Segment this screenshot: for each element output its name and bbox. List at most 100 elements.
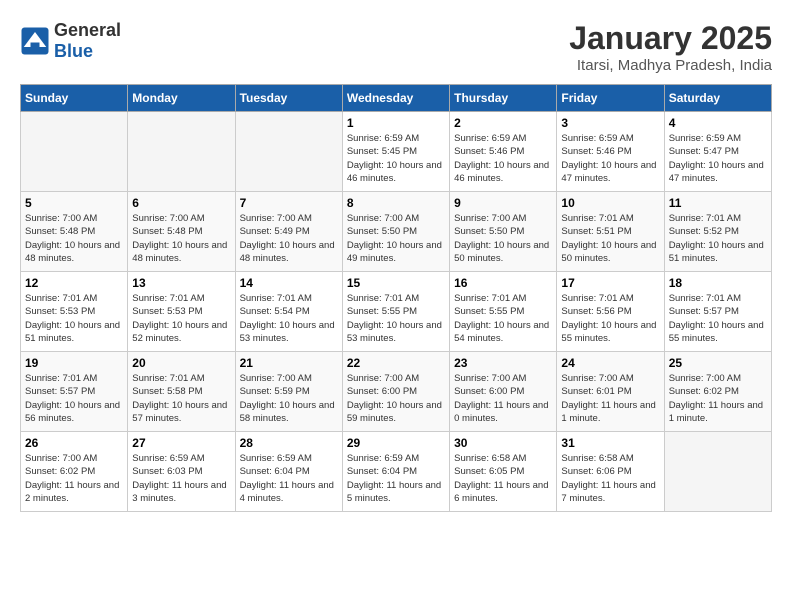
day-number: 9 [454, 196, 552, 210]
calendar-subtitle: Itarsi, Madhya Pradesh, India [569, 57, 772, 74]
day-number: 10 [561, 196, 659, 210]
calendar-week-3: 12 Sunrise: 7:01 AM Sunset: 5:53 PM Dayli… [21, 272, 772, 352]
day-number: 6 [132, 196, 230, 210]
calendar-header-friday: Friday [557, 85, 664, 112]
day-number: 2 [454, 116, 552, 130]
day-info: Sunrise: 7:00 AM Sunset: 6:00 PM Dayligh… [347, 372, 445, 425]
day-info: Sunrise: 7:00 AM Sunset: 6:02 PM Dayligh… [669, 372, 767, 425]
day-info: Sunrise: 6:59 AM Sunset: 6:03 PM Dayligh… [132, 452, 230, 505]
day-number: 17 [561, 276, 659, 290]
day-info: Sunrise: 7:00 AM Sunset: 6:02 PM Dayligh… [25, 452, 123, 505]
calendar-week-5: 26 Sunrise: 7:00 AM Sunset: 6:02 PM Dayli… [21, 432, 772, 512]
day-number: 20 [132, 356, 230, 370]
day-number: 26 [25, 436, 123, 450]
calendar-header-monday: Monday [128, 85, 235, 112]
calendar-cell: 19 Sunrise: 7:01 AM Sunset: 5:57 PM Dayli… [21, 352, 128, 432]
calendar-cell: 8 Sunrise: 7:00 AM Sunset: 5:50 PM Daylig… [342, 192, 449, 272]
day-info: Sunrise: 7:01 AM Sunset: 5:53 PM Dayligh… [132, 292, 230, 345]
day-number: 29 [347, 436, 445, 450]
calendar-cell: 18 Sunrise: 7:01 AM Sunset: 5:57 PM Dayli… [664, 272, 771, 352]
day-info: Sunrise: 7:01 AM Sunset: 5:58 PM Dayligh… [132, 372, 230, 425]
calendar-title: January 2025 [569, 20, 772, 57]
calendar-cell: 24Sunrise: 7:00 AM Sunset: 6:01 PM Dayli… [557, 352, 664, 432]
calendar-cell: 2 Sunrise: 6:59 AM Sunset: 5:46 PM Daylig… [450, 112, 557, 192]
calendar-cell: 21 Sunrise: 7:00 AM Sunset: 5:59 PM Dayli… [235, 352, 342, 432]
calendar-cell: 26 Sunrise: 7:00 AM Sunset: 6:02 PM Dayli… [21, 432, 128, 512]
logo-text-general: General [54, 20, 121, 40]
calendar-week-2: 5 Sunrise: 7:00 AM Sunset: 5:48 PM Daylig… [21, 192, 772, 272]
calendar-cell: 22Sunrise: 7:00 AM Sunset: 6:00 PM Dayli… [342, 352, 449, 432]
day-number: 24 [561, 356, 659, 370]
day-number: 16 [454, 276, 552, 290]
calendar-cell: 5 Sunrise: 7:00 AM Sunset: 5:48 PM Daylig… [21, 192, 128, 272]
day-number: 12 [25, 276, 123, 290]
day-info: Sunrise: 6:59 AM Sunset: 6:04 PM Dayligh… [347, 452, 445, 505]
day-info: Sunrise: 7:01 AM Sunset: 5:55 PM Dayligh… [454, 292, 552, 345]
calendar-cell [128, 112, 235, 192]
day-number: 1 [347, 116, 445, 130]
day-number: 11 [669, 196, 767, 210]
calendar-cell: 7 Sunrise: 7:00 AM Sunset: 5:49 PM Daylig… [235, 192, 342, 272]
calendar-cell: 1 Sunrise: 6:59 AM Sunset: 5:45 PM Daylig… [342, 112, 449, 192]
calendar-header-row: SundayMondayTuesdayWednesdayThursdayFrid… [21, 85, 772, 112]
day-info: Sunrise: 6:59 AM Sunset: 5:46 PM Dayligh… [561, 132, 659, 185]
day-info: Sunrise: 7:00 AM Sunset: 5:49 PM Dayligh… [240, 212, 338, 265]
calendar-cell: 12 Sunrise: 7:01 AM Sunset: 5:53 PM Dayli… [21, 272, 128, 352]
day-info: Sunrise: 7:00 AM Sunset: 5:50 PM Dayligh… [347, 212, 445, 265]
calendar-cell: 15Sunrise: 7:01 AM Sunset: 5:55 PM Dayli… [342, 272, 449, 352]
calendar-cell: 28Sunrise: 6:59 AM Sunset: 6:04 PM Dayli… [235, 432, 342, 512]
calendar-cell: 23 Sunrise: 7:00 AM Sunset: 6:00 PM Dayli… [450, 352, 557, 432]
day-info: Sunrise: 7:01 AM Sunset: 5:51 PM Dayligh… [561, 212, 659, 265]
day-number: 25 [669, 356, 767, 370]
day-number: 28 [240, 436, 338, 450]
day-number: 27 [132, 436, 230, 450]
calendar-cell: 10 Sunrise: 7:01 AM Sunset: 5:51 PM Dayli… [557, 192, 664, 272]
page-header: General Blue January 2025 Itarsi, Madhya… [20, 20, 772, 74]
day-info: Sunrise: 7:00 AM Sunset: 6:00 PM Dayligh… [454, 372, 552, 425]
day-info: Sunrise: 7:01 AM Sunset: 5:52 PM Dayligh… [669, 212, 767, 265]
day-info: Sunrise: 6:59 AM Sunset: 5:46 PM Dayligh… [454, 132, 552, 185]
day-number: 19 [25, 356, 123, 370]
day-number: 30 [454, 436, 552, 450]
day-number: 21 [240, 356, 338, 370]
day-number: 31 [561, 436, 659, 450]
day-number: 8 [347, 196, 445, 210]
calendar-header-saturday: Saturday [664, 85, 771, 112]
day-info: Sunrise: 7:01 AM Sunset: 5:56 PM Dayligh… [561, 292, 659, 345]
day-info: Sunrise: 7:01 AM Sunset: 5:57 PM Dayligh… [25, 372, 123, 425]
day-number: 14 [240, 276, 338, 290]
calendar-cell: 17 Sunrise: 7:01 AM Sunset: 5:56 PM Dayli… [557, 272, 664, 352]
calendar-cell: 6 Sunrise: 7:00 AM Sunset: 5:48 PM Daylig… [128, 192, 235, 272]
calendar-cell: 25 Sunrise: 7:00 AM Sunset: 6:02 PM Dayli… [664, 352, 771, 432]
calendar-cell: 14Sunrise: 7:01 AM Sunset: 5:54 PM Dayli… [235, 272, 342, 352]
calendar-cell: 30 Sunrise: 6:58 AM Sunset: 6:05 PM Dayli… [450, 432, 557, 512]
day-number: 5 [25, 196, 123, 210]
day-number: 23 [454, 356, 552, 370]
day-info: Sunrise: 6:58 AM Sunset: 6:05 PM Dayligh… [454, 452, 552, 505]
day-number: 4 [669, 116, 767, 130]
day-number: 18 [669, 276, 767, 290]
calendar-cell: 4Sunrise: 6:59 AM Sunset: 5:47 PM Daylig… [664, 112, 771, 192]
calendar-cell: 3 Sunrise: 6:59 AM Sunset: 5:46 PM Daylig… [557, 112, 664, 192]
day-info: Sunrise: 7:01 AM Sunset: 5:55 PM Dayligh… [347, 292, 445, 345]
day-info: Sunrise: 7:01 AM Sunset: 5:57 PM Dayligh… [669, 292, 767, 345]
calendar-header-thursday: Thursday [450, 85, 557, 112]
day-info: Sunrise: 7:00 AM Sunset: 5:59 PM Dayligh… [240, 372, 338, 425]
calendar-cell [664, 432, 771, 512]
calendar-cell [235, 112, 342, 192]
title-section: January 2025 Itarsi, Madhya Pradesh, Ind… [569, 20, 772, 74]
calendar-week-4: 19 Sunrise: 7:01 AM Sunset: 5:57 PM Dayli… [21, 352, 772, 432]
day-number: 3 [561, 116, 659, 130]
calendar-cell [21, 112, 128, 192]
day-info: Sunrise: 7:01 AM Sunset: 5:53 PM Dayligh… [25, 292, 123, 345]
calendar-cell: 16 Sunrise: 7:01 AM Sunset: 5:55 PM Dayli… [450, 272, 557, 352]
logo-icon [20, 26, 50, 56]
day-number: 7 [240, 196, 338, 210]
day-info: Sunrise: 6:59 AM Sunset: 5:45 PM Dayligh… [347, 132, 445, 185]
day-info: Sunrise: 7:00 AM Sunset: 5:48 PM Dayligh… [132, 212, 230, 265]
calendar-cell: 29 Sunrise: 6:59 AM Sunset: 6:04 PM Dayli… [342, 432, 449, 512]
calendar-header-wednesday: Wednesday [342, 85, 449, 112]
calendar-cell: 31Sunrise: 6:58 AM Sunset: 6:06 PM Dayli… [557, 432, 664, 512]
day-info: Sunrise: 7:00 AM Sunset: 5:48 PM Dayligh… [25, 212, 123, 265]
calendar-cell: 13Sunrise: 7:01 AM Sunset: 5:53 PM Dayli… [128, 272, 235, 352]
